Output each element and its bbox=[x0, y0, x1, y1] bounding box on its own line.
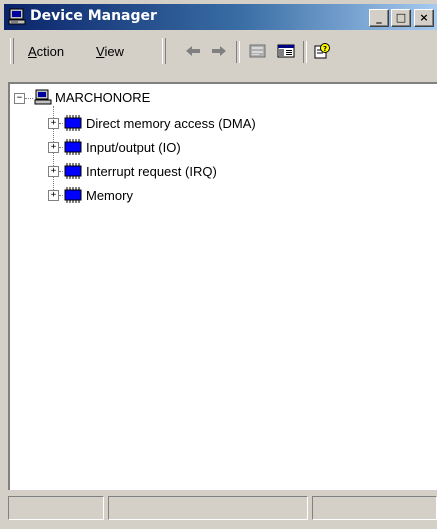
device-manager-window: Device Manager _ □ × Action View ? − MAR… bbox=[0, 0, 437, 529]
tree-item-dma[interactable]: Direct memory access (DMA) bbox=[86, 116, 256, 131]
chip-icon bbox=[64, 115, 82, 131]
minimize-button[interactable]: _ bbox=[369, 9, 389, 27]
tree-connector bbox=[59, 123, 63, 124]
status-cell-1 bbox=[8, 496, 104, 520]
tree-connector bbox=[25, 98, 33, 99]
expander-io[interactable]: + bbox=[48, 142, 59, 153]
expander-irq[interactable]: + bbox=[48, 166, 59, 177]
chip-icon bbox=[64, 187, 82, 203]
tree-item-irq[interactable]: Interrupt request (IRQ) bbox=[86, 164, 217, 179]
chip-icon bbox=[64, 139, 82, 155]
menu-action-rest: ction bbox=[36, 44, 65, 59]
status-bar bbox=[8, 494, 437, 524]
forward-arrow-icon[interactable] bbox=[208, 42, 230, 60]
toolbar-grip[interactable] bbox=[10, 38, 14, 64]
show-hide-console-tree-icon[interactable] bbox=[275, 42, 297, 60]
device-tree[interactable]: − MARCHONORE + Direct memory access (DMA… bbox=[8, 82, 437, 490]
computer-icon bbox=[8, 8, 26, 25]
maximize-button[interactable]: □ bbox=[391, 9, 411, 27]
menu-view[interactable]: View bbox=[96, 44, 124, 59]
chip-icon bbox=[64, 163, 82, 179]
toolbar-separator-2 bbox=[303, 41, 307, 63]
expander-dma[interactable]: + bbox=[48, 118, 59, 129]
computer-icon bbox=[34, 89, 52, 105]
expander-memory[interactable]: + bbox=[48, 190, 59, 201]
menu-action[interactable]: Action bbox=[28, 44, 64, 59]
close-button[interactable]: × bbox=[414, 9, 434, 27]
tree-item-io[interactable]: Input/output (IO) bbox=[86, 140, 181, 155]
tree-connector bbox=[59, 195, 63, 196]
root-expander[interactable]: − bbox=[14, 93, 25, 104]
svg-text:?: ? bbox=[323, 45, 327, 53]
status-cell-3 bbox=[312, 496, 437, 520]
menu-toolbar: Action View ? bbox=[4, 34, 437, 68]
help-icon[interactable]: ? bbox=[311, 42, 333, 60]
properties-icon[interactable] bbox=[247, 42, 269, 60]
toolbar-separator bbox=[236, 41, 240, 63]
tree-connector bbox=[59, 171, 63, 172]
back-arrow-icon[interactable] bbox=[182, 42, 204, 60]
tree-item-memory[interactable]: Memory bbox=[86, 188, 133, 203]
tree-connector bbox=[59, 147, 63, 148]
toolbar-grip-2[interactable] bbox=[162, 38, 166, 64]
title-bar[interactable]: Device Manager _ □ × bbox=[4, 4, 437, 30]
menu-action-accel: A bbox=[28, 44, 37, 59]
menu-view-rest: iew bbox=[104, 44, 124, 59]
status-cell-2 bbox=[108, 496, 308, 520]
tree-root-label[interactable]: MARCHONORE bbox=[55, 90, 150, 105]
window-title: Device Manager bbox=[30, 8, 157, 24]
